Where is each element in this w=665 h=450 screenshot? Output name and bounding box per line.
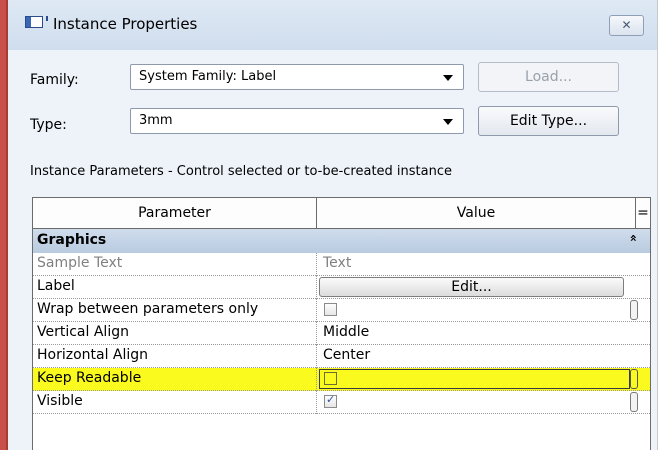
- param-row-vertical-align[interactable]: Vertical Align Middle: [33, 322, 650, 345]
- load-button[interactable]: Load...: [478, 62, 619, 92]
- column-divider: [316, 368, 317, 391]
- column-divider: [316, 299, 317, 322]
- param-row-wrap-between-parameters: Wrap between parameters only: [33, 299, 650, 322]
- param-name: Label: [37, 278, 75, 294]
- param-row-sample-text[interactable]: Sample Text Text: [33, 253, 650, 276]
- type-label: Type:: [30, 117, 67, 133]
- column-divider: [316, 391, 317, 414]
- family-dropdown[interactable]: System Family: Label: [130, 64, 464, 90]
- row-handle[interactable]: [630, 300, 638, 320]
- param-value: Center: [323, 347, 371, 363]
- column-divider: [316, 276, 317, 299]
- column-header-parameter[interactable]: Parameter: [33, 198, 317, 228]
- column-header-extra[interactable]: =: [636, 198, 650, 228]
- label-edit-button[interactable]: Edit...: [319, 277, 624, 297]
- row-handle[interactable]: [630, 369, 638, 389]
- row-handle[interactable]: [630, 392, 638, 412]
- grid-header: Parameter Value =: [33, 198, 650, 229]
- chevron-down-icon: [443, 119, 453, 125]
- window-title: Instance Properties: [53, 15, 198, 33]
- group-header-graphics[interactable]: Graphics »: [33, 229, 650, 253]
- parameters-grid: Parameter Value = Graphics » Sample Text…: [32, 197, 651, 450]
- column-divider: [316, 322, 317, 345]
- instance-parameters-caption: Instance Parameters - Control selected o…: [30, 164, 452, 179]
- type-dropdown-value: 3mm: [139, 113, 173, 128]
- param-row-visible: Visible: [33, 391, 650, 414]
- chevron-down-icon: [443, 75, 453, 81]
- type-dropdown[interactable]: 3mm: [130, 108, 464, 134]
- param-row-label: Label Edit...: [33, 276, 650, 299]
- visible-checkbox[interactable]: [324, 393, 337, 408]
- column-header-value[interactable]: Value: [317, 198, 636, 228]
- collapse-chevron-icon[interactable]: »: [626, 234, 640, 242]
- param-row-horizontal-align[interactable]: Horizontal Align Center: [33, 345, 650, 368]
- param-name: Wrap between parameters only: [37, 301, 259, 317]
- param-value: Text: [323, 255, 352, 271]
- family-label: Family:: [30, 72, 79, 88]
- edit-type-button[interactable]: Edit Type...: [478, 106, 619, 136]
- close-button[interactable]: ✕: [609, 15, 644, 36]
- param-row-keep-readable: Keep Readable: [33, 368, 650, 391]
- background-window-right: [657, 0, 665, 450]
- title-bar[interactable]: Instance Properties ✕: [8, 0, 657, 50]
- param-name: Vertical Align: [37, 324, 129, 340]
- param-value: Middle: [323, 324, 370, 340]
- param-name: Horizontal Align: [37, 347, 149, 363]
- family-dropdown-value: System Family: Label: [139, 69, 277, 84]
- wrap-checkbox[interactable]: [324, 303, 337, 316]
- param-name: Sample Text: [37, 255, 123, 271]
- param-name: Visible: [37, 393, 83, 409]
- selected-value-cell: [319, 369, 630, 389]
- window-app-icon: [25, 16, 48, 28]
- group-title: Graphics: [37, 232, 107, 248]
- keep-readable-checkbox[interactable]: [324, 372, 337, 385]
- column-divider: [316, 345, 317, 368]
- column-divider: [316, 253, 317, 276]
- param-name: Keep Readable: [37, 370, 142, 386]
